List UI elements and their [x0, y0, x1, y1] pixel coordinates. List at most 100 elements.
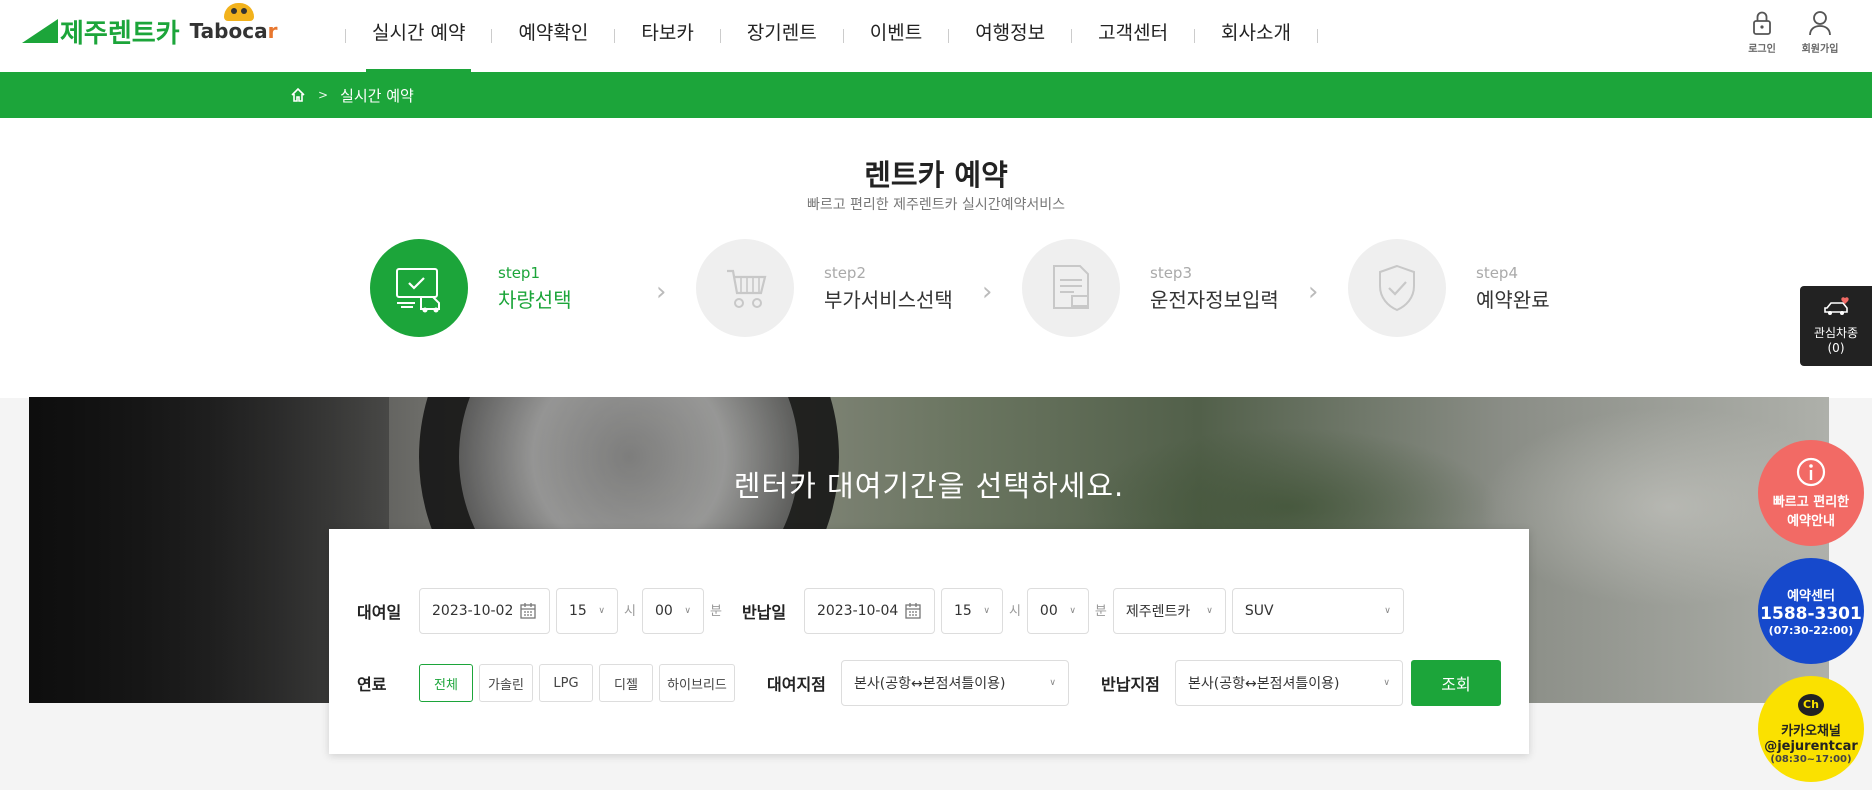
site-logo[interactable]: 제주렌트카 Tabocar — [22, 3, 278, 49]
chevron-right-icon: › — [1308, 277, 1319, 307]
rent-hour-select[interactable]: 15 ∨ — [556, 588, 618, 634]
step-4-circle — [1348, 239, 1446, 337]
info-icon — [1796, 457, 1826, 487]
return-place-select[interactable]: 본사(공항↔본점셔틀이용) ∨ — [1175, 660, 1403, 706]
step-1-name: 차량선택 — [498, 287, 572, 312]
nav-taboca[interactable]: 타보카 — [615, 0, 719, 72]
chevron-down-icon: ∨ — [1069, 606, 1076, 616]
favorite-cars-panel[interactable]: 관심차종 (0) — [1800, 286, 1872, 366]
banner-title: 렌터카 대여기간을 선택하세요. — [733, 469, 1125, 503]
header-utility: 로그인 회원가입 — [1742, 10, 1840, 55]
return-minute-select[interactable]: 00 ∨ — [1026, 588, 1089, 634]
hour-unit: 시 — [624, 604, 636, 619]
guide-line1: 빠르고 편리한 — [1772, 495, 1850, 510]
rent-place-value: 본사(공항↔본점셔틀이용) — [854, 676, 1006, 692]
logo-mark-icon — [22, 19, 58, 43]
nav-reservation-check[interactable]: 예약확인 — [492, 0, 614, 72]
chevron-down-icon: ∨ — [983, 606, 990, 616]
fuel-option-diesel[interactable]: 디젤 — [599, 664, 653, 702]
nav-long-term-rent[interactable]: 장기렌트 — [721, 0, 843, 72]
date-row: 대여일 2023-10-02 15 ∨ 시 00 ∨ 분 반납일 2023-10-0… — [357, 588, 1404, 634]
step-4-number: step4 — [1476, 263, 1518, 282]
fuel-label: 연료 — [357, 675, 387, 694]
center-label: 예약센터 — [1787, 589, 1835, 604]
return-minute-value: 00 — [1039, 603, 1058, 619]
chevron-right-icon: › — [982, 277, 993, 307]
rent-date-value: 2023-10-02 — [432, 603, 514, 619]
step-progress: step1 차량선택 › step2 부가서비스선택 › step3 운전자정보입력 … — [370, 239, 1674, 337]
favorite-cars-count: (0) — [1827, 341, 1845, 355]
fuel-option-all[interactable]: 전체 — [419, 664, 473, 702]
step-4: › step4 예약완료 — [1308, 239, 1674, 337]
kakao-label: 카카오채널 — [1781, 723, 1841, 739]
nav-event[interactable]: 이벤트 — [844, 0, 948, 72]
chevron-down-icon: ∨ — [1383, 678, 1390, 688]
login-link[interactable]: 로그인 — [1742, 10, 1782, 55]
breadcrumb-current: 실시간 예약 — [340, 86, 414, 105]
chevron-down-icon: ∨ — [1049, 678, 1056, 688]
return-date-input[interactable]: 2023-10-04 — [803, 588, 935, 634]
rent-place-select[interactable]: 본사(공항↔본점셔틀이용) ∨ — [841, 660, 1069, 706]
return-place-value: 본사(공항↔본점셔틀이용) — [1188, 676, 1340, 692]
lock-icon — [1753, 11, 1771, 35]
kakao-channel-button[interactable]: Ch 카카오채널 @jejurentcar (08:30~17:00) — [1758, 676, 1864, 782]
breadcrumb-separator: > — [318, 88, 329, 102]
breadcrumb: > 실시간 예약 — [0, 72, 1872, 118]
guide-line2: 예약안내 — [1787, 514, 1835, 529]
kakao-ch-icon: Ch — [1798, 693, 1824, 716]
fuel-place-row: 연료 전체 가솔린 LPG 디젤 하이브리드 대여지점 본사(공항↔본점셔틀이용… — [357, 660, 1501, 706]
step-1-number: step1 — [498, 263, 540, 282]
brand-name: 제주렌트카 — [60, 18, 180, 49]
favorite-cars-label: 관심차종 — [1813, 326, 1859, 340]
reservation-guide-button[interactable]: 빠르고 편리한 예약안내 — [1758, 440, 1864, 546]
taboca-logo[interactable]: Tabocar — [190, 3, 278, 43]
stroller-icon — [727, 269, 767, 308]
main-nav: 실시간 예약 예약확인 타보카 장기렌트 이벤트 여행정보 고객센터 회사소개 — [345, 0, 1318, 72]
step-3: › step3 운전자정보입력 — [982, 239, 1348, 337]
kakao-hours: (08:30~17:00) — [1770, 753, 1852, 765]
rent-hour-value: 15 — [569, 603, 587, 619]
shield-check-icon — [1379, 264, 1415, 312]
fuel-option-gasoline[interactable]: 가솔린 — [479, 664, 533, 702]
step-4-name: 예약완료 — [1476, 287, 1550, 312]
fuel-option-lpg[interactable]: LPG — [539, 664, 593, 702]
car-type-value: SUV — [1244, 603, 1274, 619]
car-type-select[interactable]: SUV ∨ — [1231, 588, 1404, 634]
minute-unit: 분 — [1094, 604, 1107, 619]
center-hours: (07:30-22:00) — [1768, 624, 1854, 637]
return-date-value: 2023-10-04 — [816, 603, 899, 619]
step-3-name: 운전자정보입력 — [1150, 287, 1279, 312]
rent-minute-select[interactable]: 00 ∨ — [641, 588, 704, 634]
calendar-icon — [905, 603, 921, 619]
nav-customer-center[interactable]: 고객센터 — [1072, 0, 1194, 72]
document-icon — [1053, 265, 1089, 309]
nav-company-intro[interactable]: 회사소개 — [1195, 0, 1317, 72]
nav-travel-info[interactable]: 여행정보 — [949, 0, 1071, 72]
chevron-right-icon: › — [656, 277, 667, 307]
fuel-option-hybrid[interactable]: 하이브리드 — [659, 664, 735, 702]
join-link[interactable]: 회원가입 — [1800, 10, 1840, 55]
chevron-down-icon: ∨ — [1384, 606, 1391, 616]
home-icon[interactable] — [290, 87, 306, 103]
car-check-icon — [396, 268, 440, 313]
step-1: step1 차량선택 — [370, 239, 696, 337]
heart-car-icon — [1824, 297, 1849, 315]
center-phone: 1588-3301 — [1760, 604, 1862, 624]
step-2-name: 부가서비스선택 — [824, 287, 953, 312]
step-2: › step2 부가서비스선택 — [656, 239, 1022, 337]
return-hour-value: 15 — [953, 603, 972, 619]
return-hour-select[interactable]: 15 ∨ — [940, 588, 1003, 634]
rent-date-input[interactable]: 2023-10-02 — [419, 588, 550, 634]
reservation-center-button[interactable]: 예약센터 1588-3301 (07:30-22:00) — [1758, 558, 1864, 664]
page-subtitle: 빠르고 편리한 제주렌트카 실시간예약서비스 — [806, 197, 1066, 213]
chevron-down-icon: ∨ — [1206, 606, 1213, 616]
search-button[interactable]: 조회 — [1411, 660, 1501, 706]
nav-realtime-reservation[interactable]: 실시간 예약 — [346, 0, 491, 72]
step-3-number: step3 — [1150, 263, 1192, 282]
join-label: 회원가입 — [1801, 44, 1839, 55]
company-select[interactable]: 제주렌트카 ∨ — [1112, 588, 1226, 634]
login-label: 로그인 — [1748, 44, 1776, 55]
chevron-down-icon: ∨ — [684, 606, 691, 616]
taboca-text-end: r — [267, 19, 278, 43]
step-3-circle — [1022, 239, 1120, 337]
